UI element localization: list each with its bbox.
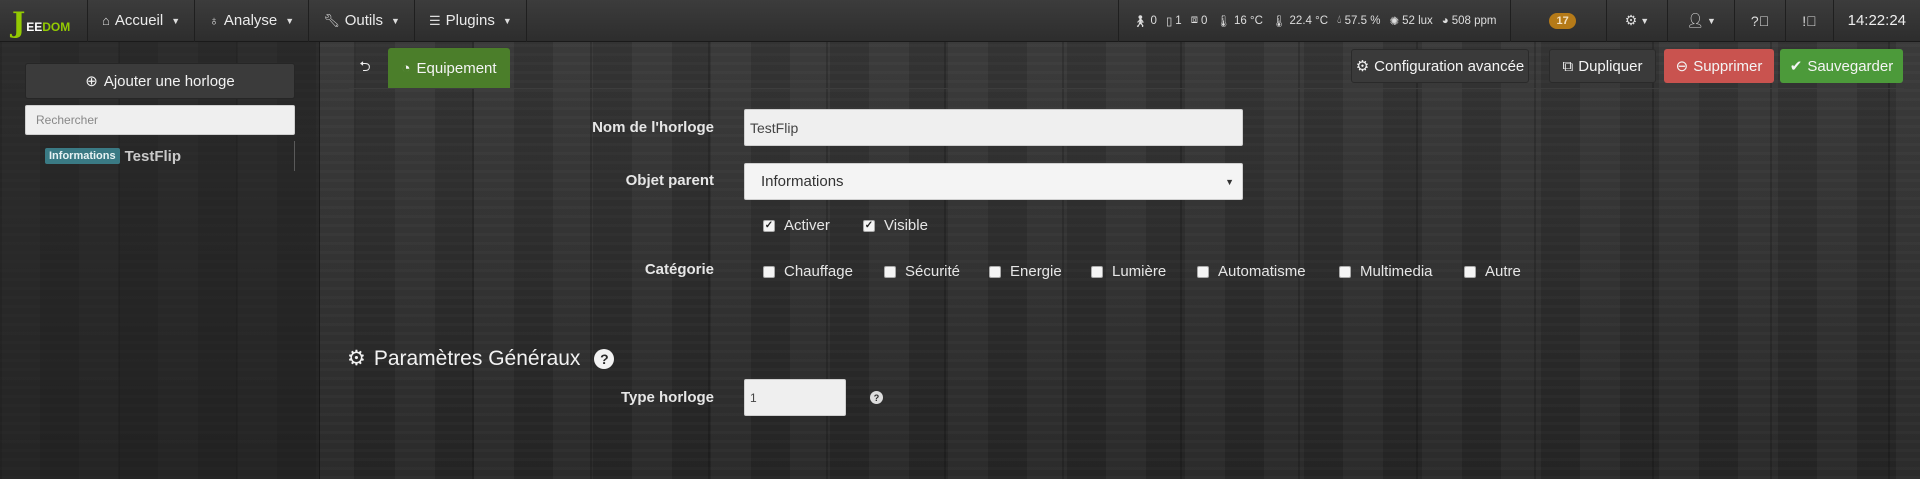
tab-bar: ⮌ ◔ Equipement ⚙ Configuration avancée ⧉… [349, 48, 1904, 89]
wrench-icon: 🔧︎ [323, 12, 340, 28]
home-icon: ⌂ [102, 13, 110, 28]
sun-icon: ✺ [1389, 15, 1400, 28]
lux-summary[interactable]: ✺ 52 lux [1389, 14, 1432, 28]
summary-status: 🚶︎ 0 ▯ 1 ⧈ 0 🌡︎ 16 °C 🌡︎ 22.4 °C 💧︎ 57.5 % ✺ 52… [1117, 0, 1512, 42]
stethoscope-icon: ♁ [209, 13, 219, 28]
help-button[interactable]: ?⃝ [1735, 0, 1787, 42]
clock: 14:22:24 [1847, 12, 1906, 29]
check-circle-icon: ✔ [1789, 58, 1803, 75]
co2-summary[interactable]: ◕ 508 ppm [1442, 15, 1497, 27]
parent-select[interactable]: Informations ▼ [744, 163, 1243, 200]
type-label: Type horloge [620, 389, 714, 406]
category-multimedia[interactable]: Multimedia [1339, 263, 1433, 280]
info-button[interactable]: !⃝ [1786, 0, 1834, 42]
add-clock-button[interactable]: ⊕ Ajouter une horloge [25, 63, 295, 99]
caret-down-icon: ▼ [1640, 15, 1650, 26]
activate-checkbox[interactable]: ✓ Activer [763, 217, 830, 234]
door-summary[interactable]: ▯ 1 [1166, 14, 1182, 28]
category-lumiere[interactable]: Lumière [1091, 263, 1166, 280]
caret-down-icon: ▼ [1707, 15, 1716, 26]
jeedom-logo[interactable]: J EEDOM [0, 0, 88, 42]
caret-down-icon: ▼ [1225, 176, 1234, 187]
question-circle-icon: ?⃝ [1750, 12, 1770, 29]
caret-down-icon: ▼ [285, 15, 295, 26]
nav-analysis[interactable]: ♁ Analyse ▼ [195, 0, 310, 42]
list-item[interactable]: Informations TestFlip [45, 141, 295, 171]
message-badge-wrap[interactable]: 17 [1511, 0, 1607, 42]
tasks-icon: ☰ [428, 12, 441, 28]
general-params-title: ⚙ Paramètres Généraux ? [347, 346, 615, 371]
temp-out-summary[interactable]: 🌡︎ 16 °C [1216, 14, 1263, 28]
equipment-sidebar: ⊕ Ajouter une horloge Informations TestF… [0, 42, 320, 479]
gauge-icon: ◕ [1441, 14, 1449, 27]
search-input[interactable] [25, 105, 295, 135]
parent-label: Objet parent [625, 172, 714, 189]
arrow-circle-left-icon: ⮌ [359, 58, 371, 74]
nav-plugins[interactable]: ☰ Plugins ▼ [415, 0, 527, 42]
duplicate-button[interactable]: ⧉ Dupliquer [1549, 49, 1656, 83]
nav-tools[interactable]: 🔧︎ Outils ▼ [309, 0, 415, 42]
minus-circle-icon: ⊖ [1675, 58, 1689, 75]
caret-down-icon: ▼ [171, 15, 181, 26]
type-field[interactable] [744, 379, 846, 416]
category-chauffage[interactable]: Chauffage [763, 263, 853, 280]
top-navbar: J EEDOM ⌂ Accueil ▼ ♁ Analyse ▼ 🔧︎ Outils… [0, 0, 1920, 42]
user-menu[interactable]: 👤︎ ▼ [1668, 0, 1735, 42]
window-summary[interactable]: ⧈ 0 [1191, 14, 1208, 27]
visible-checkbox[interactable]: ✓ Visible [863, 217, 928, 234]
question-circle-icon[interactable]: ? [870, 391, 883, 404]
category-autre[interactable]: Autre [1464, 263, 1521, 280]
back-button[interactable]: ⮌ [349, 48, 381, 88]
message-count-badge[interactable]: 17 [1549, 12, 1576, 29]
window-icon: ⧈ [1190, 14, 1199, 26]
category-automatisme[interactable]: Automatisme [1197, 263, 1306, 280]
cogs-icon: ⚙ [1355, 58, 1370, 75]
question-circle-icon[interactable]: ? [594, 348, 615, 369]
name-field[interactable] [744, 109, 1243, 146]
humidity-summary[interactable]: 💧︎ 57.5 % [1337, 14, 1380, 27]
category-energie[interactable]: Energie [989, 263, 1062, 280]
object-tag: Informations [45, 148, 120, 164]
cogs-icon: ⚙ [1624, 12, 1638, 28]
checkbox-checked[interactable]: ✓ [763, 219, 775, 232]
nav-home[interactable]: ⌂ Accueil ▼ [88, 0, 196, 42]
temp-in-summary[interactable]: 🌡︎ 22.4 °C [1272, 14, 1328, 28]
exclamation-circle-icon: !⃝ [1802, 12, 1817, 29]
thermometer-icon: 🌡︎ [1216, 15, 1232, 28]
motion-summary[interactable]: 🚶︎ 0 [1133, 14, 1157, 28]
tab-equipment[interactable]: ◔ Equipement [388, 48, 510, 88]
advanced-config-button[interactable]: ⚙ Configuration avancée [1351, 49, 1529, 83]
caret-down-icon: ▼ [502, 15, 512, 26]
category-label: Catégorie [644, 261, 714, 278]
save-button[interactable]: ✔ Sauvegarder [1780, 49, 1903, 83]
delete-button[interactable]: ⊖ Supprimer [1664, 49, 1774, 83]
checkbox-checked[interactable]: ✓ [863, 219, 875, 232]
settings-menu[interactable]: ⚙ ▼ [1607, 0, 1669, 42]
user-icon: 👤︎ [1686, 12, 1704, 28]
thermometer-icon: 🌡︎ [1271, 15, 1287, 28]
copy-icon: ⧉ [1562, 57, 1574, 75]
caret-down-icon: ▼ [391, 15, 400, 26]
category-securite[interactable]: Sécurité [884, 263, 960, 280]
plus-circle-icon: ⊕ [85, 73, 98, 90]
name-label: Nom de l'horloge [592, 119, 714, 136]
walking-icon: 🚶︎ [1132, 15, 1148, 28]
gear-icon: ⚙ [347, 347, 366, 370]
droplet-icon: 💧︎ [1337, 14, 1342, 26]
door-icon: ▯ [1165, 15, 1173, 28]
dashboard-icon: ◔ [401, 59, 411, 77]
equipment-name: TestFlip [124, 147, 182, 165]
